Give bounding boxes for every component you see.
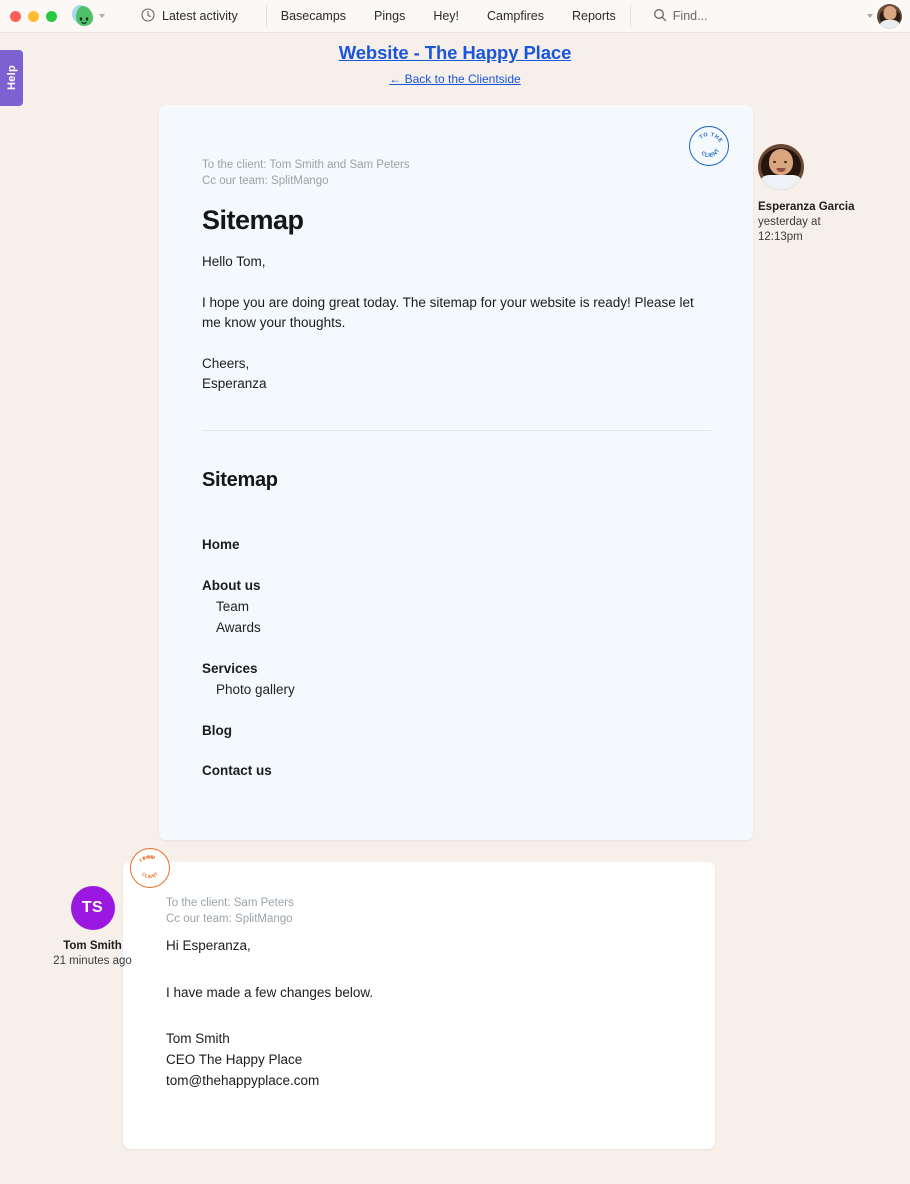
sitemap-group-contact: Contact us bbox=[202, 761, 295, 782]
nav-hey[interactable]: Hey! bbox=[419, 9, 473, 23]
content-divider bbox=[202, 430, 711, 431]
find-search-button[interactable]: Find... bbox=[653, 8, 708, 25]
sitemap-item-blog: Blog bbox=[202, 722, 232, 738]
window-traffic-lights bbox=[10, 10, 57, 22]
current-user-avatar[interactable] bbox=[877, 3, 902, 29]
sitemap-group-home: Home bbox=[202, 535, 295, 556]
message-title: Sitemap bbox=[202, 205, 304, 235]
latest-activity-label: Latest activity bbox=[162, 9, 238, 23]
cc-line: Cc our team: SplitMango bbox=[202, 175, 329, 188]
search-icon bbox=[653, 8, 667, 25]
find-label: Find... bbox=[672, 9, 708, 23]
cc-line: Cc our team: SplitMango bbox=[166, 913, 293, 926]
user-menu[interactable] bbox=[867, 3, 902, 29]
author-name: Tom Smith bbox=[63, 940, 122, 952]
to-line: To the client: Sam Peters bbox=[166, 897, 294, 909]
sitemap-group-blog: Blog bbox=[202, 721, 295, 742]
esperanza-avatar[interactable] bbox=[758, 144, 804, 190]
nav-pings[interactable]: Pings bbox=[360, 9, 419, 23]
sitemap-item-about-us: About us bbox=[202, 577, 261, 593]
svg-text:CLIENT: CLIENT bbox=[141, 871, 159, 879]
svg-text:THE: THE bbox=[142, 854, 154, 861]
account-switcher-caret-icon[interactable] bbox=[99, 14, 105, 18]
message-recipients: To the client: Tom Smith and Sam Peters … bbox=[202, 157, 410, 190]
svg-text:CLIENT: CLIENT bbox=[700, 148, 722, 160]
basecamp-logo-icon[interactable] bbox=[70, 3, 96, 29]
reply-recipients: To the client: Sam Peters Cc our team: S… bbox=[166, 895, 294, 928]
message-author-tom: TS Tom Smith 21 minutes ago bbox=[35, 886, 150, 969]
from-the-client-stamp-icon: FROM THE CLIENT bbox=[130, 848, 170, 888]
reply-paragraph-main: I have made a few changes below. bbox=[166, 984, 374, 1000]
page-header: Website - The Happy Place ← Back to the … bbox=[0, 42, 910, 86]
sitemap-subitem-photo-gallery: Photo gallery bbox=[216, 681, 295, 697]
author-timestamp: yesterday at 12:13pm bbox=[758, 215, 821, 244]
author-name: Esperanza Garcia bbox=[758, 201, 855, 213]
reply-body: Hi Esperanza, I have made a few changes … bbox=[166, 936, 646, 1092]
reply-paragraph-greeting: Hi Esperanza, bbox=[166, 938, 251, 953]
nav-basecamps[interactable]: Basecamps bbox=[267, 9, 360, 23]
latest-activity-link[interactable]: Latest activity bbox=[141, 7, 238, 25]
sitemap-item-home: Home bbox=[202, 537, 240, 552]
top-navigation-bar: Latest activity Basecamps Pings Hey! Cam… bbox=[0, 0, 910, 33]
minimize-window-button[interactable] bbox=[28, 10, 39, 22]
sitemap-list: Home About us Team Awards Services Photo… bbox=[202, 535, 295, 782]
message-author-esperanza: Esperanza Garcia yesterday at 12:13pm bbox=[758, 144, 878, 245]
primary-nav: Basecamps Pings Hey! Campfires Reports bbox=[267, 9, 630, 23]
close-window-button[interactable] bbox=[10, 10, 21, 22]
sitemap-group-services: Services Photo gallery bbox=[202, 659, 295, 701]
nav-campfires[interactable]: Campfires bbox=[473, 9, 558, 23]
tom-smith-avatar[interactable]: TS bbox=[70, 886, 115, 930]
message-paragraph-signoff: Cheers, Esperanza bbox=[202, 355, 267, 392]
clock-icon bbox=[141, 7, 155, 25]
sitemap-heading: Sitemap bbox=[202, 469, 278, 491]
avatar-shirt bbox=[759, 175, 803, 190]
message-paragraph-greeting: Hello Tom, bbox=[202, 254, 266, 269]
svg-text:TO THE: TO THE bbox=[698, 132, 723, 144]
reply-signature: Tom Smith CEO The Happy Place tom@thehap… bbox=[166, 1031, 320, 1088]
to-line: To the client: Tom Smith and Sam Peters bbox=[202, 159, 410, 171]
avatar-body bbox=[878, 19, 901, 29]
to-the-client-stamp-icon: TO THE CLIENT bbox=[689, 126, 729, 166]
sitemap-item-contact-us: Contact us bbox=[202, 763, 272, 779]
author-timestamp: 21 minutes ago bbox=[53, 954, 132, 967]
maximize-window-button[interactable] bbox=[46, 10, 57, 22]
back-to-clientside-link[interactable]: ← Back to the Clientside bbox=[0, 72, 910, 86]
nav-reports[interactable]: Reports bbox=[558, 9, 630, 23]
sitemap-group-about: About us Team Awards bbox=[202, 576, 295, 639]
message-body: Hello Tom, I hope you are doing great to… bbox=[202, 252, 702, 395]
nav-divider-right bbox=[629, 5, 631, 27]
sitemap-subitem-team: Team bbox=[216, 598, 250, 614]
message-paragraph-main: I hope you are doing great today. The si… bbox=[202, 294, 694, 331]
message-card-sitemap[interactable]: TO THE CLIENT To the client: Tom Smith a… bbox=[159, 105, 753, 840]
message-card-reply[interactable]: FROM THE CLIENT To the client: Sam Peter… bbox=[123, 848, 715, 1149]
sitemap-item-services: Services bbox=[202, 660, 258, 676]
avatar-face bbox=[883, 6, 896, 20]
page-title[interactable]: Website - The Happy Place bbox=[0, 42, 910, 64]
sitemap-subitem-awards: Awards bbox=[216, 619, 261, 635]
user-menu-caret-icon[interactable] bbox=[867, 14, 873, 18]
